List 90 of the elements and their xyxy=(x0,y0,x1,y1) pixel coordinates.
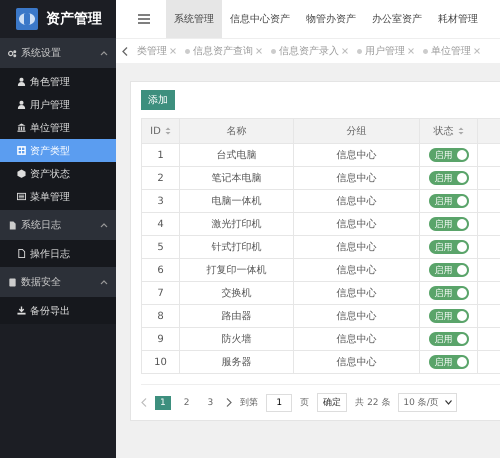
sidebar-group[interactable]: 系统日志 xyxy=(0,210,116,240)
page-input[interactable]: 1 xyxy=(266,394,292,412)
table-cell: 信息中心 xyxy=(294,258,420,282)
logo-icon xyxy=(16,8,38,30)
table-cell: 服务器 xyxy=(180,350,294,374)
page-unit: 页 xyxy=(300,397,310,409)
nav-tab[interactable]: 物管办资产 xyxy=(298,0,364,38)
nav-tab[interactable]: 耗材管理 xyxy=(430,0,486,38)
table-cell: 信息中心 xyxy=(294,236,420,258)
table-cell: 7 xyxy=(142,282,180,304)
table-cell: 信息中心 xyxy=(294,190,420,212)
page-tab[interactable]: 信息资产录入 xyxy=(279,44,339,58)
status-toggle[interactable]: 启用 xyxy=(428,355,468,369)
file-icon xyxy=(17,249,26,258)
table-cell: 10 xyxy=(142,350,180,374)
table-cell: 1 xyxy=(142,144,180,166)
grid-icon xyxy=(17,146,26,155)
dot-icon xyxy=(357,48,362,54)
table-cell: 笔记本电脑 xyxy=(180,166,294,190)
close-icon[interactable] xyxy=(474,48,480,54)
confirm-button[interactable]: 确定 xyxy=(317,393,348,412)
page-button[interactable]: 1 xyxy=(155,396,171,410)
dot-icon xyxy=(271,48,276,54)
chevron-right-icon[interactable] xyxy=(226,398,232,407)
table-cell: 台式电脑 xyxy=(180,144,294,166)
table-cell: 8 xyxy=(142,304,180,328)
table-cell: 信息中心 xyxy=(294,304,420,328)
column-header[interactable]: 状态 xyxy=(420,118,478,144)
status-toggle[interactable]: 启用 xyxy=(428,217,468,231)
status-toggle[interactable]: 启用 xyxy=(428,148,468,162)
table-cell: 激光打印机 xyxy=(180,212,294,236)
bank-icon xyxy=(17,123,26,132)
page-button[interactable]: 3 xyxy=(202,396,218,410)
table-cell: 信息中心 xyxy=(294,144,420,166)
chevron-left-icon[interactable] xyxy=(122,46,128,56)
caret-icon xyxy=(100,222,108,228)
table-cell: 6 xyxy=(142,258,180,282)
status-toggle[interactable]: 启用 xyxy=(428,332,468,346)
table-cell: 信息中心 xyxy=(294,212,420,236)
nav-tab[interactable]: 信息中心资产 xyxy=(222,0,298,38)
add-button[interactable]: 添加 xyxy=(141,90,175,110)
page-size-select[interactable]: 10 条/页 xyxy=(398,393,457,412)
table-cell: 4 xyxy=(142,212,180,236)
caret-down-icon xyxy=(444,400,452,405)
download-icon xyxy=(17,306,26,315)
status-toggle[interactable]: 启用 xyxy=(428,309,468,323)
table-cell: 电脑一体机 xyxy=(180,190,294,212)
close-icon[interactable] xyxy=(342,48,348,54)
close-icon[interactable] xyxy=(408,48,414,54)
table-cell: 防火墙 xyxy=(180,328,294,350)
user-icon xyxy=(17,77,26,86)
dot-icon xyxy=(423,48,428,54)
document-icon xyxy=(8,220,17,230)
sidebar-group[interactable]: 数据安全 xyxy=(0,267,116,297)
table-cell: 路由器 xyxy=(180,304,294,328)
page-button[interactable]: 2 xyxy=(178,396,194,410)
table-cell: 交换机 xyxy=(180,282,294,304)
nav-tab[interactable]: 系统管理 xyxy=(166,0,222,38)
caret-icon xyxy=(100,279,108,285)
close-icon[interactable] xyxy=(170,48,176,54)
caret-icon xyxy=(100,50,108,56)
table-cell: 打复印一体机 xyxy=(180,258,294,282)
table-cell: 信息中心 xyxy=(294,350,420,374)
table-cell: 2 xyxy=(142,166,180,190)
table-cell: 信息中心 xyxy=(294,328,420,350)
column-header: 名称 xyxy=(180,118,294,144)
status-toggle[interactable]: 启用 xyxy=(428,286,468,300)
column-header: 分组 xyxy=(294,118,420,144)
dot-icon xyxy=(185,48,190,54)
close-icon[interactable] xyxy=(256,48,262,54)
table-cell: 针式打印机 xyxy=(180,236,294,258)
nav-tab[interactable]: 办公室资产 xyxy=(364,0,430,38)
page-tab[interactable]: 单位管理 xyxy=(431,44,471,58)
page-tab[interactable]: 类管理 xyxy=(137,44,167,58)
table-cell: 5 xyxy=(142,236,180,258)
status-toggle[interactable]: 启用 xyxy=(428,263,468,277)
table-cell: 3 xyxy=(142,190,180,212)
sidebar-group[interactable]: 系统设置 xyxy=(0,38,116,68)
menu-icon[interactable] xyxy=(138,14,150,24)
status-toggle[interactable]: 启用 xyxy=(428,194,468,208)
table-cell: 信息中心 xyxy=(294,282,420,304)
column-header[interactable]: ID xyxy=(142,118,180,144)
user-icon xyxy=(17,100,26,109)
status-toggle[interactable]: 启用 xyxy=(428,240,468,254)
status-toggle[interactable]: 启用 xyxy=(428,171,468,185)
table-cell: 9 xyxy=(142,328,180,350)
goto-label: 到第 xyxy=(240,396,258,409)
app-title: 资产管理 xyxy=(46,10,102,28)
total-count: 共 22 条 xyxy=(355,396,390,409)
table-cell: 信息中心 xyxy=(294,166,420,190)
